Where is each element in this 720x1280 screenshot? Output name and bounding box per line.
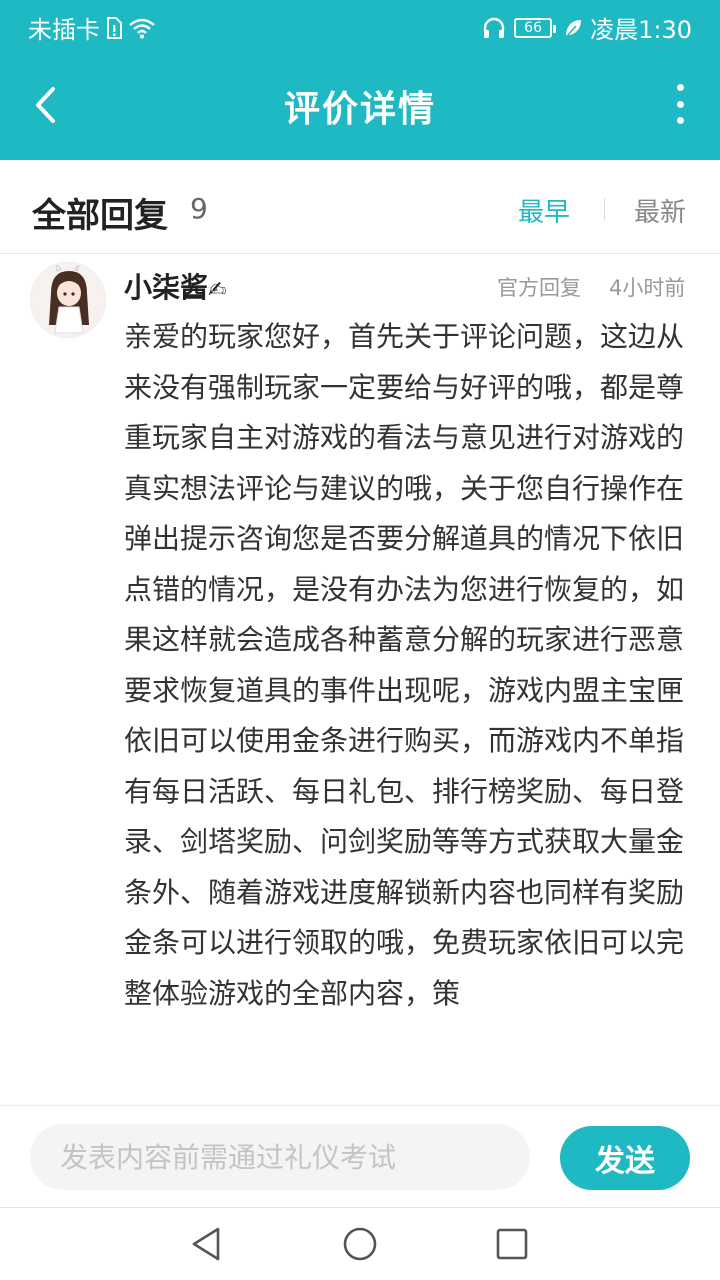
nav-back-icon <box>192 1227 220 1261</box>
replies-header: 全部回复 9 最早 最新 <box>0 160 720 254</box>
sort-latest-tab[interactable]: 最新 <box>634 192 686 229</box>
sort-earliest-tab[interactable]: 最早 <box>518 192 570 229</box>
replies-count: 9 <box>190 192 208 225</box>
nav-home-button[interactable] <box>342 1226 378 1262</box>
headphones-icon <box>482 17 506 39</box>
signature-decoration: ✍ <box>208 278 227 303</box>
more-icon <box>676 84 684 124</box>
status-bar: 未插卡 66 凌晨1:30 <box>0 0 720 50</box>
nav-recents-icon <box>496 1228 528 1260</box>
page-title: 评价详情 <box>283 89 436 130</box>
replies-title: 全部回复 <box>32 196 168 236</box>
nav-recents-button[interactable] <box>494 1226 530 1262</box>
leaf-icon <box>564 18 582 38</box>
username-text: 小柒酱 <box>124 271 209 304</box>
input-bar: 发送 <box>0 1105 720 1207</box>
official-reply-label: 官方回复 <box>497 276 581 300</box>
sort-divider <box>604 198 605 220</box>
send-button[interactable]: 发送 <box>560 1126 690 1190</box>
app-header: 评价详情 <box>0 50 720 160</box>
nav-home-icon <box>343 1227 377 1261</box>
avatar[interactable] <box>30 262 106 338</box>
sim-icon <box>106 16 122 39</box>
clock-text: 凌晨1:30 <box>590 16 692 44</box>
comment-username[interactable]: 小柒酱✍ <box>124 266 226 306</box>
comment-input[interactable] <box>30 1124 530 1190</box>
comment-body: 亲爱的玩家您好，首先关于评论问题，这边从来没有强制玩家一定要给与好评的哦，都是尊… <box>124 320 684 1010</box>
wifi-icon <box>128 17 156 39</box>
nav-back-button[interactable] <box>188 1226 224 1262</box>
more-button[interactable] <box>670 84 690 124</box>
battery-indicator: 66 <box>514 17 557 38</box>
system-nav-bar <box>0 1207 720 1280</box>
carrier-text: 未插卡 <box>28 16 100 44</box>
comment-time: 4小时前 <box>609 276 686 300</box>
